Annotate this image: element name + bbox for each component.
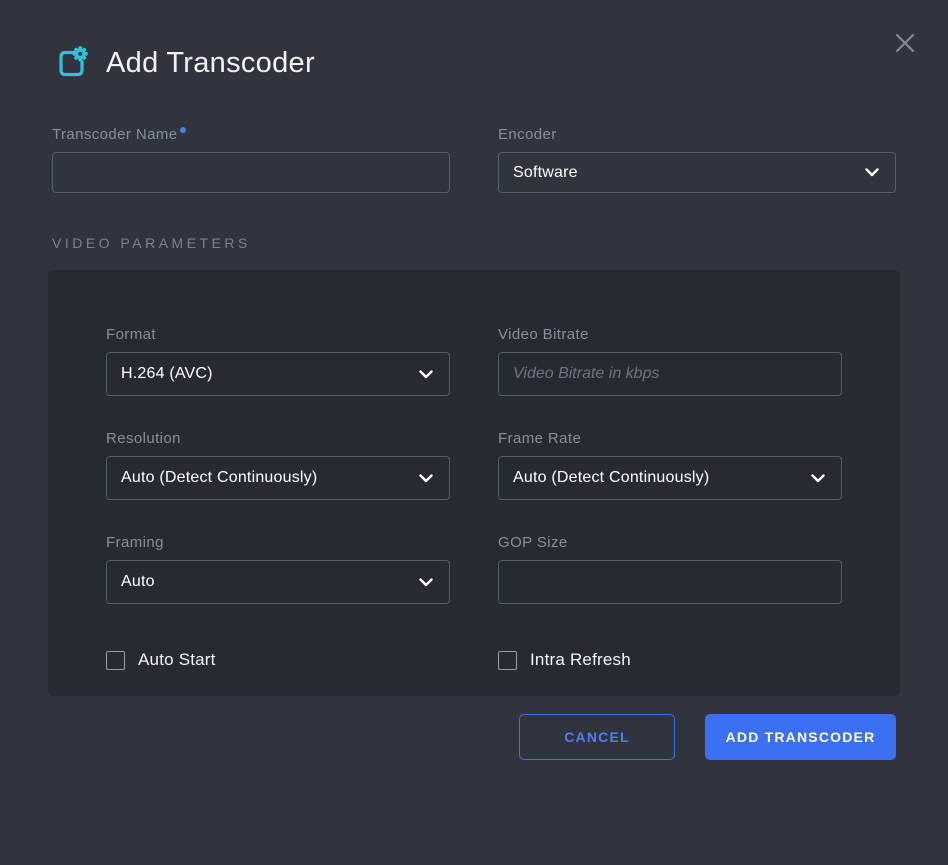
intra-refresh-label: Intra Refresh [530,650,631,670]
transcoder-name-label: Transcoder Name [52,126,450,143]
frame-rate-field-group: Frame Rate Auto (Detect Continuously) [498,430,842,500]
gop-size-input[interactable] [498,560,842,604]
resolution-select-value: Auto (Detect Continuously) [121,469,317,487]
add-transcoder-dialog: Add Transcoder Transcoder Name Encoder S… [0,0,948,865]
frame-rate-select[interactable]: Auto (Detect Continuously) [498,456,842,500]
video-bitrate-field-group: Video Bitrate [498,326,842,396]
auto-start-checkbox[interactable] [106,651,125,670]
format-select-value: H.264 (AVC) [121,365,213,383]
chevron-down-icon [419,474,433,483]
close-icon[interactable] [890,28,920,58]
chevron-down-icon [419,370,433,379]
gop-size-label: GOP Size [498,534,842,551]
dialog-title: Add Transcoder [106,47,315,80]
encoder-label: Encoder [498,126,896,143]
add-transcoder-button[interactable]: ADD TRANSCODER [705,714,896,760]
transcoder-name-input[interactable] [52,152,450,193]
required-dot [180,127,186,133]
cancel-button[interactable]: CANCEL [519,714,675,760]
resolution-field-group: Resolution Auto (Detect Continuously) [106,430,450,500]
intra-refresh-checkbox[interactable] [498,651,517,670]
frame-rate-label: Frame Rate [498,430,842,447]
video-parameters-section-title: VIDEO PARAMETERS [52,235,896,251]
framing-select-value: Auto [121,573,155,591]
framing-field-group: Framing Auto [106,534,450,604]
video-parameters-panel: Format H.264 (AVC) Video Bitrate Resolut… [48,270,900,696]
framing-gop-row: Framing Auto GOP Size [106,534,842,604]
encoder-field-group: Encoder Software [498,126,896,193]
video-bitrate-input[interactable] [498,352,842,396]
format-select[interactable]: H.264 (AVC) [106,352,450,396]
top-fields-row: Transcoder Name Encoder Software [52,126,896,193]
resolution-select[interactable]: Auto (Detect Continuously) [106,456,450,500]
chevron-down-icon [811,474,825,483]
intra-refresh-checkbox-field[interactable]: Intra Refresh [498,650,842,670]
format-label: Format [106,326,450,343]
gop-size-field-group: GOP Size [498,534,842,604]
auto-start-label: Auto Start [138,650,216,670]
framing-label: Framing [106,534,450,551]
transcoder-name-field-group: Transcoder Name [52,126,450,193]
resolution-label: Resolution [106,430,450,447]
dialog-header: Add Transcoder [52,44,896,82]
format-field-group: Format H.264 (AVC) [106,326,450,396]
checkbox-row: Auto Start Intra Refresh [106,650,842,670]
encoder-select-value: Software [513,164,578,182]
frame-rate-select-value: Auto (Detect Continuously) [513,469,709,487]
framing-select[interactable]: Auto [106,560,450,604]
video-bitrate-label: Video Bitrate [498,326,842,343]
encoder-select[interactable]: Software [498,152,896,193]
chevron-down-icon [419,578,433,587]
chevron-down-icon [865,168,879,177]
dialog-footer: CANCEL ADD TRANSCODER [52,714,896,760]
resolution-framerate-row: Resolution Auto (Detect Continuously) Fr… [106,430,842,500]
transcoder-name-label-text: Transcoder Name [52,126,178,143]
auto-start-checkbox-field[interactable]: Auto Start [106,650,450,670]
format-bitrate-row: Format H.264 (AVC) Video Bitrate [106,326,842,396]
transcoder-gear-icon [52,44,90,82]
